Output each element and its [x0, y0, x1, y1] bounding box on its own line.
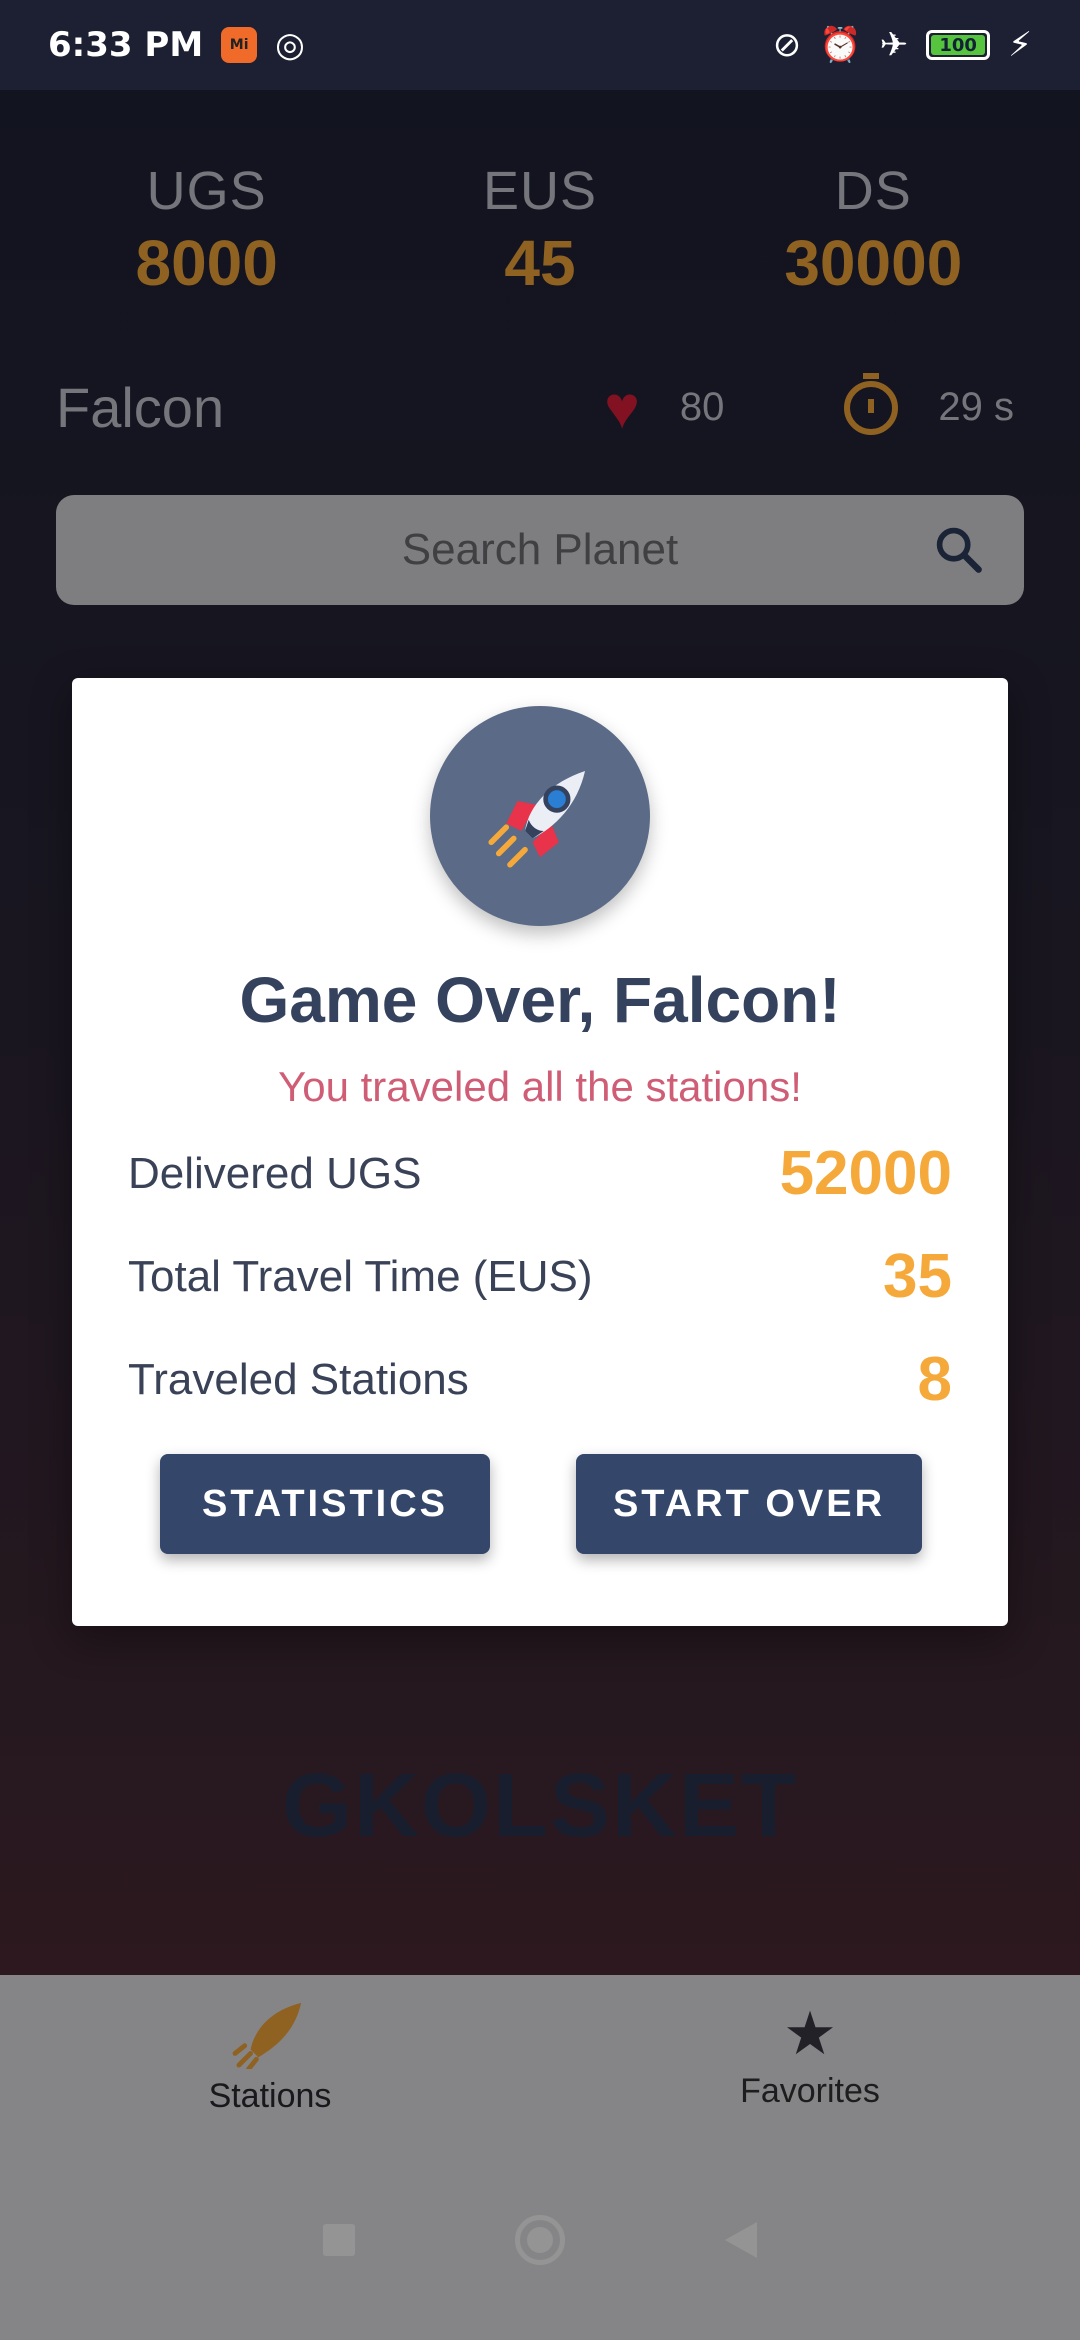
tab-favorites[interactable]: ★ Favorites — [540, 1975, 1080, 2140]
battery-level: 100 — [931, 35, 986, 56]
stat-value: 52000 — [779, 1139, 952, 1208]
search-bar[interactable] — [56, 495, 1024, 605]
resource-panel: UGS 8000 EUS 45 DS 30000 — [0, 160, 1080, 300]
stat-label: Total Travel Time (EUS) — [128, 1251, 593, 1301]
stat-label: Traveled Stations — [128, 1354, 469, 1404]
stat-value: 8 — [917, 1345, 952, 1414]
stat-row-traveled-stations: Traveled Stations 8 — [128, 1344, 952, 1415]
rocket-icon — [488, 771, 585, 868]
resource-label: DS — [834, 161, 912, 221]
stat-label: Delivered UGS — [128, 1148, 422, 1198]
system-navigation-bar — [0, 2140, 1080, 2340]
bottom-navigation: Stations ★ Favorites — [0, 1975, 1080, 2140]
current-planet-name: GKOLSKET — [281, 1756, 798, 1856]
back-button[interactable] — [725, 2222, 757, 2258]
star-icon: ★ — [783, 2000, 837, 2067]
tab-label: Favorites — [740, 2072, 880, 2110]
game-over-dialog: Game Over, Falcon! You traveled all the … — [72, 678, 1008, 1626]
stat-value: 35 — [883, 1242, 952, 1311]
timer-value: 29 s — [938, 385, 1014, 429]
rocket-icon — [232, 2002, 302, 2069]
battery-icon: 100 — [926, 30, 991, 60]
search-input[interactable] — [152, 525, 928, 575]
resource-value: 45 — [504, 227, 576, 299]
app-notification-icon: Mi — [221, 27, 258, 63]
home-button[interactable] — [515, 2215, 565, 2265]
dialog-title: Game Over, Falcon! — [239, 964, 841, 1036]
charging-icon: ⚡ — [1008, 25, 1032, 65]
airplane-icon: ✈ — [879, 25, 909, 65]
health-value: 80 — [679, 385, 725, 429]
resource-value: 30000 — [784, 227, 963, 299]
resource-ds: DS 30000 — [723, 160, 1023, 300]
resource-label: UGS — [146, 161, 267, 221]
notification-icon: ◎ — [275, 25, 305, 65]
ship-status-row: Falcon ♥ 80 29 s — [56, 372, 1024, 441]
tab-label: Stations — [208, 2077, 332, 2115]
alarm-icon: ⏰ — [819, 25, 862, 65]
dialog-subtitle: You traveled all the stations! — [278, 1063, 802, 1110]
status-time: 6:33 PM — [48, 25, 204, 65]
status-bar: 6:33 PM Mi ◎ ⊘ ⏰ ✈ 100 ⚡ — [0, 0, 1080, 90]
rocket-badge — [430, 706, 650, 926]
recents-button[interactable] — [323, 2224, 355, 2256]
ship-name: Falcon — [56, 376, 225, 439]
timer-indicator: 29 s — [844, 372, 1014, 435]
tab-stations[interactable]: Stations — [0, 1975, 540, 2140]
heart-icon: ♥ — [604, 373, 640, 441]
stat-row-travel-time: Total Travel Time (EUS) 35 — [128, 1241, 952, 1312]
resource-ugs: UGS 8000 — [57, 160, 357, 300]
search-icon[interactable] — [932, 523, 984, 575]
health-indicator: ♥ 80 — [604, 373, 725, 441]
resource-value: 8000 — [135, 227, 278, 299]
stat-row-delivered-ugs: Delivered UGS 52000 — [128, 1138, 952, 1209]
resource-label: EUS — [482, 161, 597, 221]
stopwatch-icon — [844, 372, 899, 435]
resource-eus: EUS 45 — [390, 160, 690, 300]
vibrate-off-icon: ⊘ — [772, 25, 802, 65]
start-over-button[interactable]: START OVER — [576, 1454, 922, 1554]
statistics-button[interactable]: STATISTICS — [160, 1454, 490, 1554]
